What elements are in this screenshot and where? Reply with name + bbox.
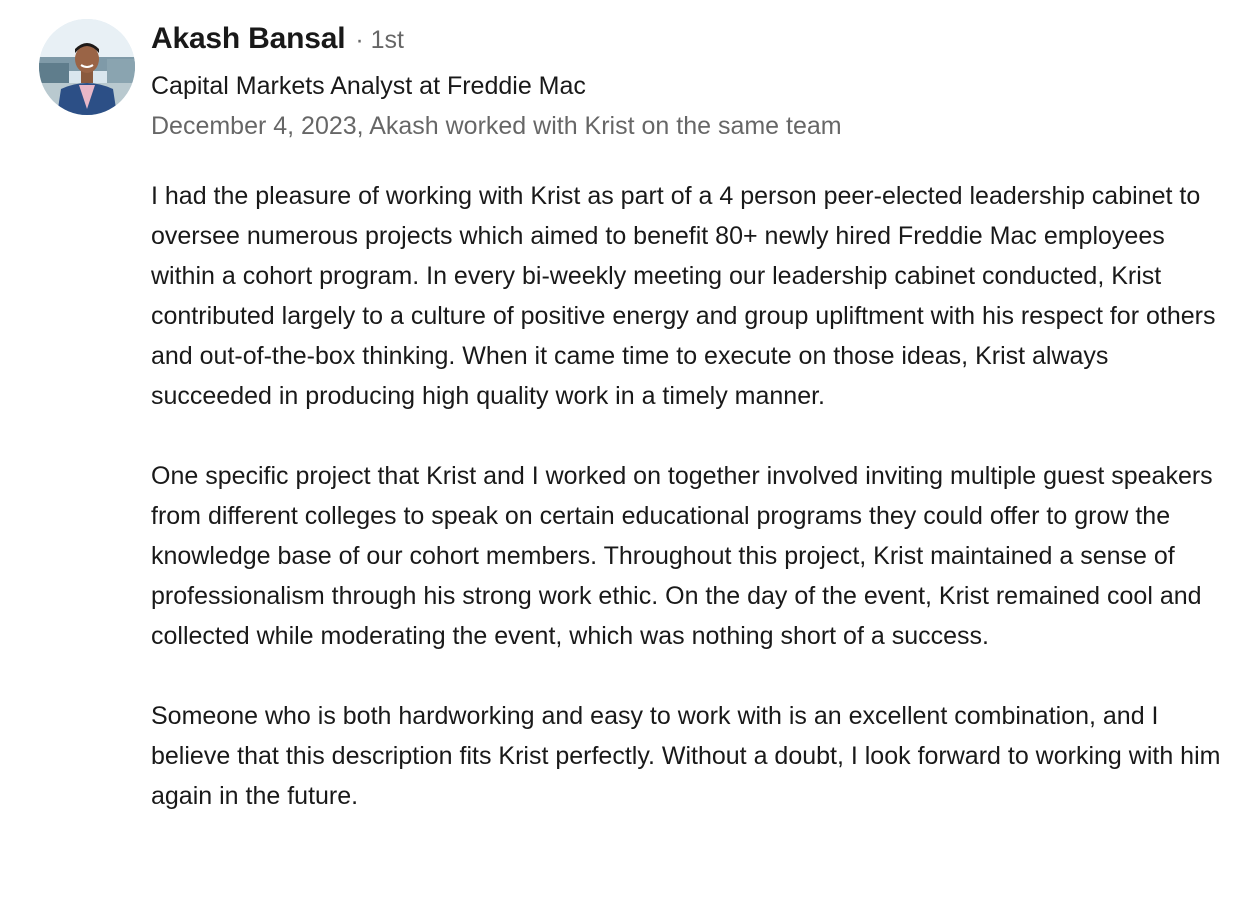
avatar-photo bbox=[39, 19, 135, 115]
author-headline: Capital Markets Analyst at Freddie Mac bbox=[151, 72, 586, 100]
name-row: Akash Bansal · 1st bbox=[151, 22, 1231, 66]
recommendation-paragraph: One specific project that Krist and I wo… bbox=[151, 462, 1213, 650]
recommendation-meta: December 4, 2023, Akash worked with Kris… bbox=[151, 112, 842, 140]
recommendation-text: I had the pleasure of working with Krist… bbox=[151, 176, 1231, 816]
connection-degree: · 1st bbox=[355, 26, 404, 54]
author-name-link[interactable]: Akash Bansal bbox=[151, 22, 346, 56]
recommendation-content: Akash Bansal · 1st Capital Markets Analy… bbox=[151, 22, 1231, 816]
recommendation-paragraph: Someone who is both hardworking and easy… bbox=[151, 702, 1221, 810]
recommendation-paragraph: I had the pleasure of working with Krist… bbox=[151, 182, 1216, 410]
avatar[interactable] bbox=[39, 19, 135, 115]
recommendation-card: Akash Bansal · 1st Capital Markets Analy… bbox=[0, 0, 1260, 918]
